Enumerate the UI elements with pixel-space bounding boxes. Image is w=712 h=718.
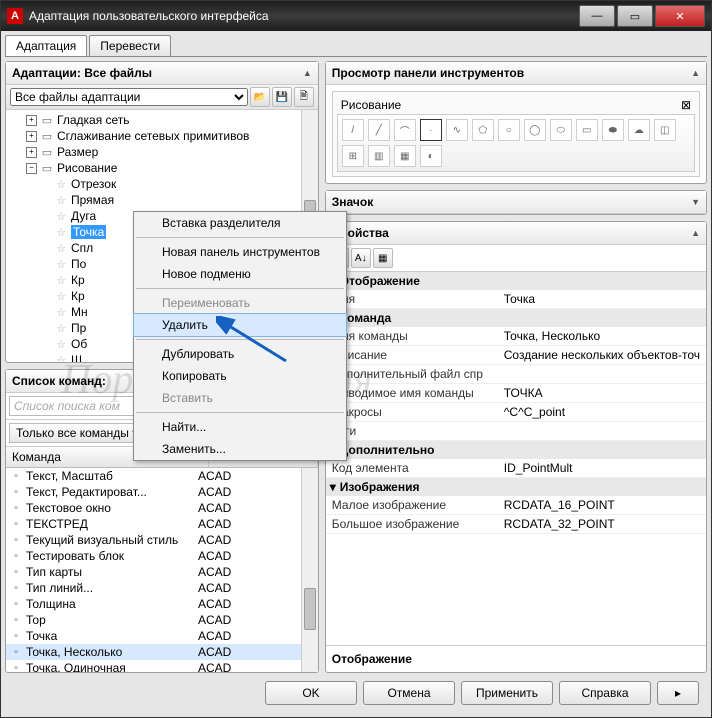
command-row[interactable]: ▫ТочкаACAD [6, 628, 318, 644]
tool-icon[interactable]: ╱ [368, 119, 390, 141]
command-row[interactable]: ▫Тип картыACAD [6, 564, 318, 580]
command-row[interactable]: ▫Текст, МасштабACAD [6, 468, 318, 484]
help-button[interactable]: Справка [559, 681, 651, 705]
selected-tree-item[interactable]: Точка [71, 225, 106, 239]
tool-icon[interactable]: ▦ [394, 145, 416, 167]
tool-icon[interactable]: ▥ [368, 145, 390, 167]
menu-paste: Вставить [134, 387, 346, 409]
menu-insert-separator[interactable]: Вставка разделителя [134, 212, 346, 234]
menu-copy[interactable]: Копировать [134, 365, 346, 387]
command-row[interactable]: ▫ТолщинаACAD [6, 596, 318, 612]
tool-icon[interactable]: ○ [498, 119, 520, 141]
tool-icon[interactable]: ⬭ [550, 119, 572, 141]
menu-find[interactable]: Найти... [134, 416, 346, 438]
save-icon[interactable]: 💾 [272, 87, 292, 107]
preview-title: Просмотр панели инструментов [332, 66, 524, 80]
adaptations-title: Адаптации: Все файлы [12, 66, 152, 80]
tool-icon[interactable]: ☁ [628, 119, 650, 141]
alphabetical-icon[interactable]: A↓ [351, 248, 371, 268]
maximize-button[interactable]: ▭ [617, 5, 653, 27]
close-preview-icon[interactable]: ⊠ [681, 98, 691, 112]
tool-icon[interactable]: ⬠ [472, 119, 494, 141]
command-row[interactable]: ▫Текущий визуальный стильACAD [6, 532, 318, 548]
command-row[interactable]: ▫ТЕКСТРЕДACAD [6, 516, 318, 532]
preview-group: Рисование [341, 98, 401, 112]
command-row[interactable]: ▫Текстовое окноACAD [6, 500, 318, 516]
collapse-icon[interactable]: ▲ [691, 68, 700, 78]
tab-bar: Адаптация Перевести [5, 35, 707, 57]
tool-icon[interactable]: ⌒ [394, 119, 416, 141]
tool-icon[interactable]: ▭ [576, 119, 598, 141]
menu-duplicate[interactable]: Дублировать [134, 343, 346, 365]
command-row[interactable]: ▫Тестировать блокACAD [6, 548, 318, 564]
menu-replace[interactable]: Заменить... [134, 438, 346, 460]
expand-button[interactable]: ▸ [657, 681, 699, 705]
commands-grid[interactable]: ▫Текст, МасштабACAD▫Текст, Редактироват.… [6, 468, 318, 672]
tool-point-icon[interactable]: · [420, 119, 442, 141]
tool-icon[interactable]: ◫ [654, 119, 676, 141]
icon-section-title: Значок [332, 195, 373, 209]
menu-rename: Переименовать [134, 292, 346, 314]
tool-icon[interactable]: ∿ [446, 119, 468, 141]
cancel-button[interactable]: Отмена [363, 681, 455, 705]
adaptations-dropdown[interactable]: Все файлы адаптации [10, 88, 248, 106]
app-icon: A [7, 8, 23, 24]
expand-icon[interactable]: + [26, 147, 37, 158]
command-row[interactable]: ▫ТорACAD [6, 612, 318, 628]
command-row[interactable]: ▫Тип линий...ACAD [6, 580, 318, 596]
save-all-icon[interactable]: 🗎 [294, 87, 314, 107]
tab-adapt[interactable]: Адаптация [5, 35, 87, 56]
preview-toolbar: / ╱ ⌒ · ∿ ⬠ ○ ◯ ⬭ ▭ ⬬ ☁ ◫ ⊞ ▥ ▦ ◐ [337, 114, 695, 172]
expand-icon[interactable]: + [26, 115, 37, 126]
titlebar: A Адаптация пользовательского интерфейса… [1, 1, 711, 31]
ok-button[interactable]: OK [265, 681, 357, 705]
property-grid[interactable]: ▾Отображение ИмяТочка ▾Команда Имя коман… [326, 272, 706, 645]
apply-button[interactable]: Применить [461, 681, 553, 705]
context-menu: Вставка разделителя Новая панель инструм… [133, 211, 347, 461]
collapse-icon[interactable]: − [26, 163, 37, 174]
tool-icon[interactable]: ◯ [524, 119, 546, 141]
command-row[interactable]: ▫Точка, НесколькоACAD [6, 644, 318, 660]
window-title: Адаптация пользовательского интерфейса [29, 9, 577, 23]
props-icon[interactable]: ▦ [373, 248, 393, 268]
tool-icon[interactable]: ⬬ [602, 119, 624, 141]
props-footer: Отображение [326, 645, 706, 672]
expand-icon[interactable]: ▼ [691, 197, 700, 207]
grid-scrollbar[interactable] [301, 468, 318, 672]
filter-dropdown[interactable]: Только все команды ▾ [9, 423, 145, 443]
tool-icon[interactable]: ◐ [420, 145, 442, 167]
menu-delete[interactable]: Удалить [133, 313, 347, 337]
command-row[interactable]: ▫Текст, Редактироват...ACAD [6, 484, 318, 500]
minimize-button[interactable]: — [579, 5, 615, 27]
command-row[interactable]: ▫Точка, ОдиночнаяACAD [6, 660, 318, 672]
dialog-footer: OK Отмена Применить Справка ▸ [5, 673, 707, 713]
collapse-icon[interactable]: ▲ [691, 228, 700, 238]
menu-new-toolbar[interactable]: Новая панель инструментов [134, 241, 346, 263]
open-icon[interactable]: 📂 [250, 87, 270, 107]
tool-icon[interactable]: ⊞ [342, 145, 364, 167]
collapse-icon[interactable]: ▲ [303, 68, 312, 78]
close-button[interactable]: ✕ [655, 5, 705, 27]
tab-translate[interactable]: Перевести [89, 35, 171, 56]
expand-icon[interactable]: + [26, 131, 37, 142]
commands-title: Список команд: [12, 374, 106, 388]
menu-new-submenu[interactable]: Новое подменю [134, 263, 346, 285]
tool-icon[interactable]: / [342, 119, 364, 141]
